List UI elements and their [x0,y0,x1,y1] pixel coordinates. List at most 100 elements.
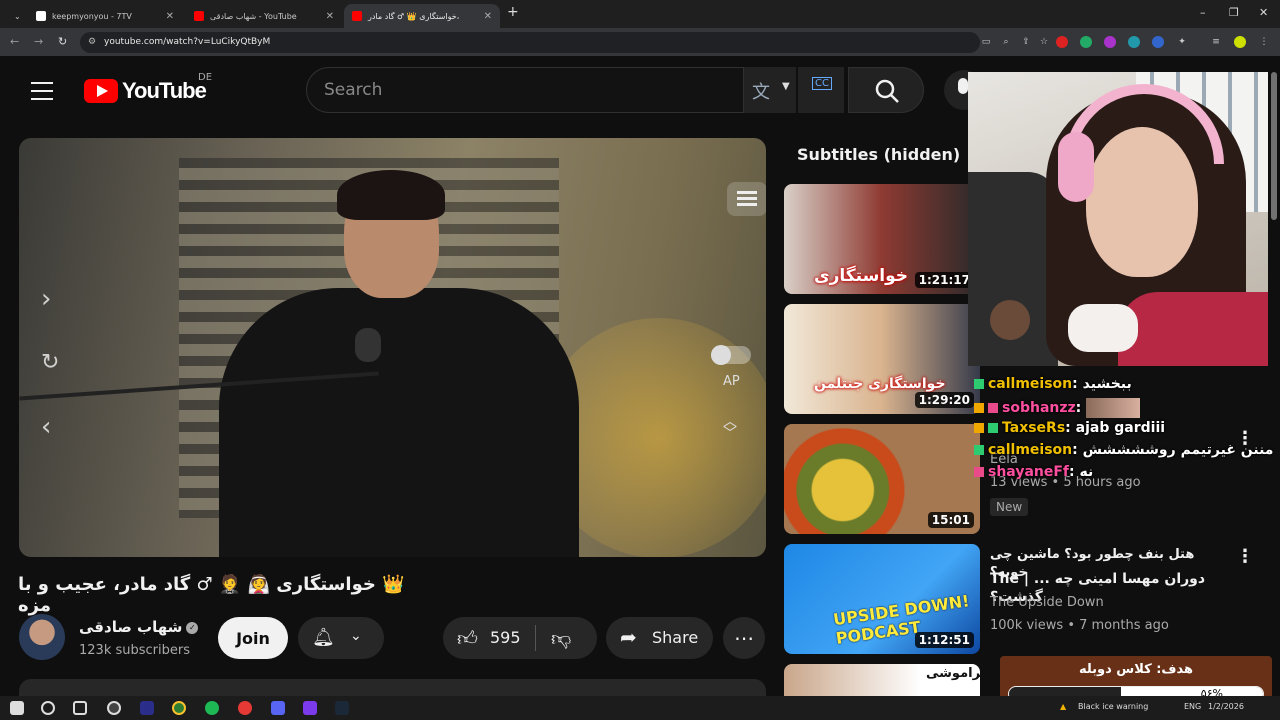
player-menu-icon[interactable] [727,182,766,216]
next-chevron-icon[interactable]: › [41,284,51,314]
reload-icon[interactable]: ↻ [58,35,67,48]
video-person [219,288,579,557]
cast-icon[interactable]: ▭ [980,36,992,48]
channel-name[interactable]: شهاب صادقی ✓ [79,618,199,636]
close-tab-icon[interactable]: ✕ [326,11,334,22]
youtube-logo[interactable]: YouTube DE [84,72,212,104]
tab-video[interactable]: خواستگاری 👑 ♂ گاد مادر، ✕ [344,4,500,28]
app-r-icon[interactable] [303,701,317,715]
translate-icon: 文 [752,82,770,103]
vegas-icon[interactable] [140,701,154,715]
browser-menu-icon[interactable]: ⋮ [1258,36,1270,48]
extension-icon[interactable] [1056,36,1068,48]
video-player[interactable]: › ↻ ‹ AP ︿ ﹀ [19,138,766,557]
steam-icon[interactable] [335,701,349,715]
more-actions-icon[interactable]: ⋯ [723,617,765,659]
previous-chevron-icon[interactable]: ‹ [41,412,51,442]
chat-username: callmeison [988,442,1073,458]
start-icon[interactable] [10,701,24,715]
tab-search-menu[interactable]: ⌄ [6,4,22,28]
youtube-favicon-icon [194,11,204,21]
recommended-thumbnail-4[interactable]: UPSIDE DOWN! PODCAST 1:12:51 [784,544,980,654]
app-icon[interactable] [238,701,252,715]
subscription-bell-button[interactable]: 🔔︎ ⌄ [298,617,384,659]
profile-avatar[interactable] [1234,36,1246,48]
join-button[interactable]: Join [218,617,288,659]
chevron-up-down-icon[interactable]: ︿ ﹀ [723,415,737,441]
like-divider [535,625,536,651]
chat-username: callmeison [988,376,1073,392]
extensions-puzzle-icon[interactable]: ✦ [1176,36,1188,48]
close-tab-icon[interactable]: ✕ [484,11,492,22]
close-tab-icon[interactable]: ✕ [166,11,174,22]
chat-text: ببخشید [1082,376,1132,392]
search-placeholder: Search [324,80,383,100]
chat-text: نه [1079,464,1094,480]
channel-avatar[interactable] [19,614,65,660]
video-options-icon[interactable]: ⋮ [1236,546,1254,567]
obs-icon[interactable] [107,701,121,715]
share-label: Share [652,628,699,647]
chat-message: callmeison: مننن غیرتیمم روششششش [974,442,1273,458]
url-text: youtube.com/watch?v=LuCikyQtByM [104,37,271,47]
replay-icon[interactable]: ↻ [41,350,59,375]
back-icon[interactable]: ← [10,35,19,48]
tab-7tv[interactable]: keepmyonyou - 7TV ✕ [28,4,182,28]
like-dislike-group: 👍︎ 595 👎︎ [443,617,597,659]
reading-list-icon[interactable]: ≡ [1210,36,1222,48]
discord-icon[interactable] [271,701,285,715]
site-info-icon[interactable]: ⚙ [88,32,96,53]
task-view-icon[interactable] [73,701,87,715]
clock[interactable]: 1/2/2026 [1208,702,1244,711]
recommended-thumbnail-1[interactable]: خواستگاری 1:21:17 [784,184,980,294]
subtitles-chip[interactable]: Subtitles (hidden) [784,136,984,174]
video-person-hair [337,170,445,220]
search-icon [875,79,899,103]
recommended-thumbnail-3[interactable]: 15:01 [784,424,980,534]
search-input[interactable]: Search [306,67,744,113]
like-button[interactable]: 👍︎ [457,626,478,651]
weather-text[interactable]: Black ice warning [1078,702,1148,711]
recommended-thumbnail-5[interactable]: فراموشی [784,664,980,696]
recommended-thumbnail-2[interactable]: خواستگاری جنتلمن 1:29:20 [784,304,980,414]
extension-icon[interactable] [1128,36,1140,48]
maximize-icon[interactable]: ❐ [1229,6,1239,19]
zoom-icon[interactable]: ⌕ [1000,36,1012,48]
dislike-button[interactable]: 👎︎ [551,626,571,651]
region-code: DE [198,72,213,83]
thumbnail-text: خواستگاری جنتلمن [814,376,946,392]
share-page-icon[interactable]: ⇪ [1020,36,1032,48]
new-tab-icon[interactable]: + [507,4,519,20]
chat-message: TaxseRs: ajab gardiii [974,420,1165,436]
caption-search-button[interactable]: CC [798,67,844,113]
forward-icon[interactable]: → [34,35,43,48]
recommended-channel[interactable]: The Upside Down [990,595,1104,610]
verified-icon: ✓ [186,621,199,634]
new-badge: New [990,498,1029,516]
share-button[interactable]: ➦ Share [606,617,713,659]
search-taskbar-icon[interactable] [41,701,55,715]
7tv-favicon-icon [36,11,46,21]
extension-icon[interactable] [1152,36,1164,48]
translate-tool-button[interactable]: 文 ▼ [744,67,796,113]
badge-icon [974,445,984,455]
extension-icon[interactable] [1104,36,1116,48]
minimize-icon[interactable]: – [1200,6,1206,19]
close-window-icon[interactable]: ✕ [1259,6,1268,19]
plush-toy [990,300,1030,340]
bookmark-icon[interactable]: ☆ [1038,36,1050,48]
caret-down-icon: ▼ [782,81,790,92]
spotify-icon[interactable] [205,701,219,715]
autoplay-label: AP [723,374,740,389]
address-bar[interactable]: ⚙ youtube.com/watch?v=LuCikyQtByM [80,32,980,53]
extension-icon[interactable] [1080,36,1092,48]
page-scrollbar[interactable] [1271,72,1277,220]
tab-title: keepmyonyou - 7TV [52,11,132,21]
language-indicator[interactable]: ENG [1184,702,1201,711]
badge-icon [974,467,984,477]
autoplay-toggle[interactable] [711,345,751,365]
chrome-icon[interactable] [172,701,186,715]
tab-channel[interactable]: شهاب صادقی - YouTube ✕ [186,4,342,28]
search-button[interactable] [848,67,924,113]
hamburger-menu-icon[interactable] [31,82,53,100]
